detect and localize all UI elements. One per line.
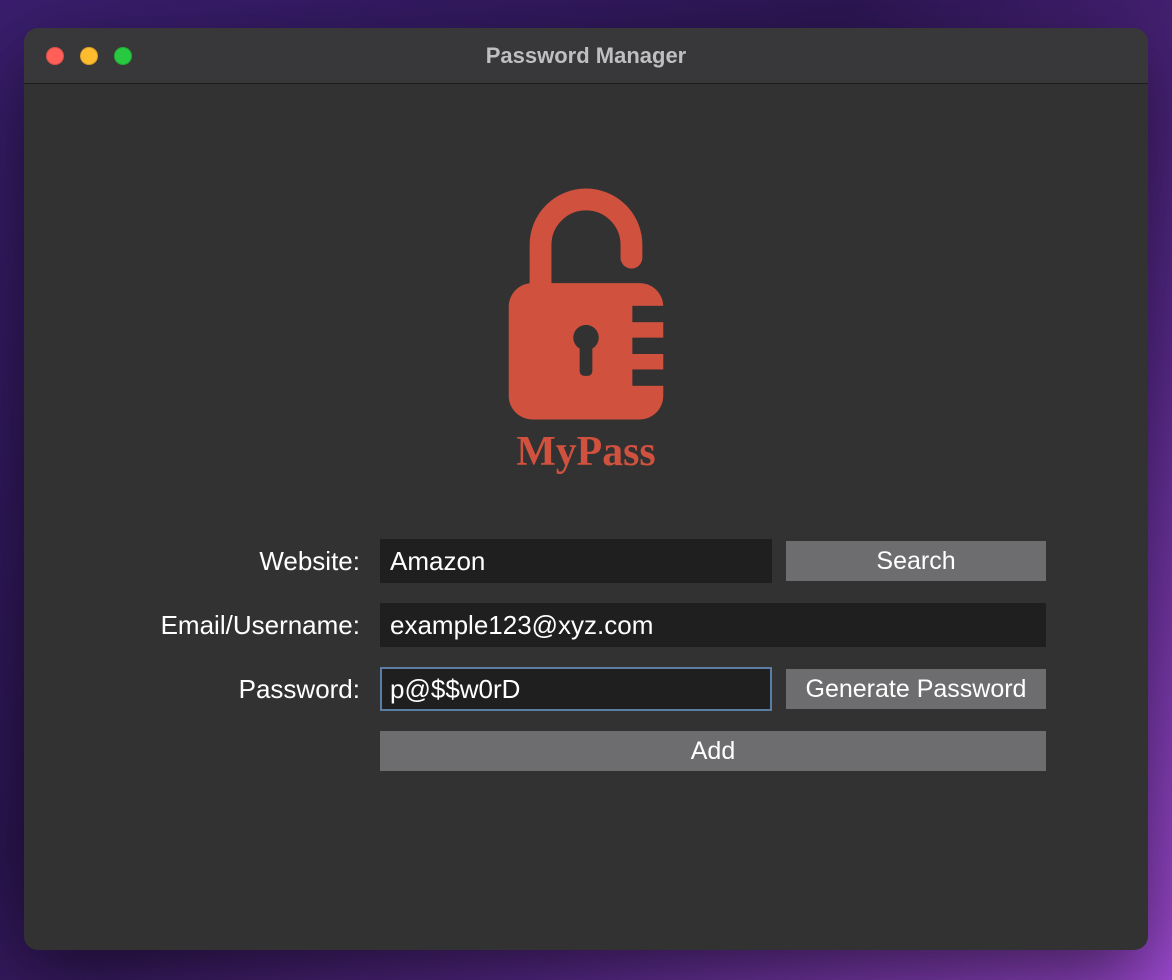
password-input[interactable] bbox=[380, 667, 772, 711]
window-controls bbox=[46, 47, 132, 65]
window-title: Password Manager bbox=[24, 43, 1148, 69]
website-input[interactable] bbox=[380, 539, 772, 583]
lock-icon: MyPass bbox=[471, 174, 701, 474]
maximize-icon[interactable] bbox=[114, 47, 132, 65]
email-label: Email/Username: bbox=[126, 610, 366, 641]
minimize-icon[interactable] bbox=[80, 47, 98, 65]
app-logo: MyPass bbox=[471, 174, 701, 479]
email-input[interactable] bbox=[380, 603, 1046, 647]
credentials-form: Website: Search Email/Username: Password… bbox=[74, 539, 1098, 771]
generate-password-button[interactable]: Generate Password bbox=[786, 669, 1046, 709]
password-label: Password: bbox=[126, 674, 366, 705]
add-button[interactable]: Add bbox=[380, 731, 1046, 771]
app-window: Password Manager MyPass bbox=[24, 28, 1148, 950]
search-button[interactable]: Search bbox=[786, 541, 1046, 581]
content-area: MyPass Website: Search Email/Username: P… bbox=[24, 84, 1148, 950]
logo-text: MyPass bbox=[516, 429, 655, 474]
website-label: Website: bbox=[126, 546, 366, 577]
close-icon[interactable] bbox=[46, 47, 64, 65]
titlebar: Password Manager bbox=[24, 28, 1148, 84]
